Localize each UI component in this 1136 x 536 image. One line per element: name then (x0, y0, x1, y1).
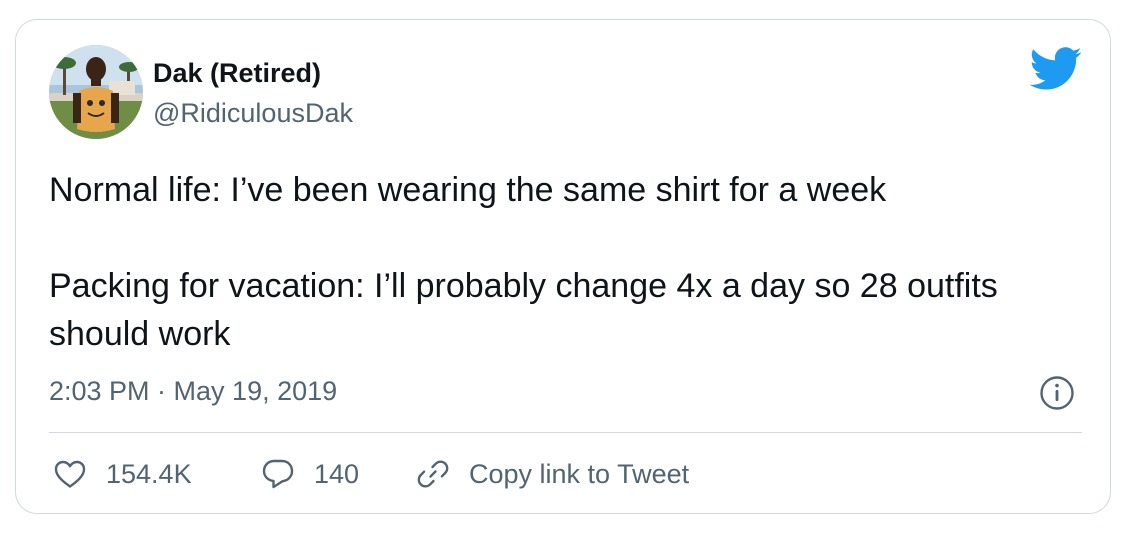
avatar[interactable] (49, 45, 143, 139)
link-icon (417, 460, 449, 488)
author-handle[interactable]: @RidiculousDak (153, 98, 353, 129)
info-icon[interactable] (1039, 375, 1075, 411)
reply-button[interactable]: 140 (261, 454, 359, 494)
divider (49, 432, 1082, 433)
avatar-photo (49, 45, 143, 139)
like-count: 154.4K (106, 458, 192, 489)
copy-link-button[interactable]: Copy link to Tweet (416, 454, 689, 494)
tweet-text: Normal life: I’ve been wearing the same … (49, 166, 1059, 358)
tweet-text-line-1: Normal life: I’ve been wearing the same … (49, 171, 887, 209)
like-button[interactable]: 154.4K (53, 454, 192, 494)
heart-icon (54, 460, 86, 488)
author-name[interactable]: Dak (Retired) (153, 58, 321, 89)
reply-bubble-icon (262, 459, 294, 489)
copy-link-label: Copy link to Tweet (469, 458, 690, 489)
tweet-timestamp[interactable]: 2:03 PM · May 19, 2019 (49, 376, 337, 407)
twitter-bird-icon[interactable] (1029, 47, 1083, 91)
tweet-card[interactable]: Dak (Retired) @RidiculousDak Normal life… (15, 19, 1111, 514)
reply-count: 140 (314, 458, 360, 489)
tweet-text-line-2: Packing for vacation: I’ll probably chan… (49, 267, 998, 353)
